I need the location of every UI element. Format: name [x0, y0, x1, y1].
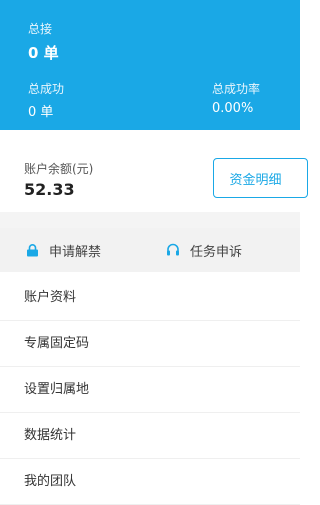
action-row: 申请解禁 任务申诉: [0, 228, 300, 272]
headset-icon: [167, 243, 179, 256]
task-appeal-label: 任务申诉: [190, 244, 243, 260]
balance-section: 账户余额(元) 52.33 资金明细: [0, 130, 308, 212]
menu-item-fixed-code[interactable]: 专属固定码: [0, 321, 300, 367]
total-orders-value: 0 单: [28, 44, 59, 62]
menu-item-statistics[interactable]: 数据统计: [0, 413, 300, 459]
balance-label: 账户余额(元): [24, 162, 94, 176]
apply-unban-button[interactable]: 申请解禁: [26, 228, 101, 272]
success-rate-label: 总成功率: [212, 82, 261, 96]
lock-icon: [27, 243, 38, 256]
balance-value: 52.33: [24, 180, 75, 199]
stats-header: 总接 0 单 总成功 0 单 总成功率 0.00%: [0, 0, 300, 130]
menu-item-account-info[interactable]: 账户资料: [0, 275, 300, 321]
fund-details-button[interactable]: 资金明细: [213, 158, 308, 198]
task-appeal-button[interactable]: 任务申诉: [166, 228, 242, 272]
total-success-label: 总成功: [28, 82, 65, 96]
total-orders-label: 总接: [28, 22, 53, 36]
menu-item-set-location[interactable]: 设置归属地: [0, 367, 300, 413]
total-success-value: 0 单: [28, 105, 54, 120]
apply-unban-label: 申请解禁: [49, 244, 102, 260]
settings-menu: 账户资料 专属固定码 设置归属地 数据统计 我的团队: [0, 275, 300, 505]
section-divider: [0, 212, 300, 228]
menu-item-my-team[interactable]: 我的团队: [0, 459, 300, 505]
success-rate-value: 0.00%: [212, 101, 254, 116]
